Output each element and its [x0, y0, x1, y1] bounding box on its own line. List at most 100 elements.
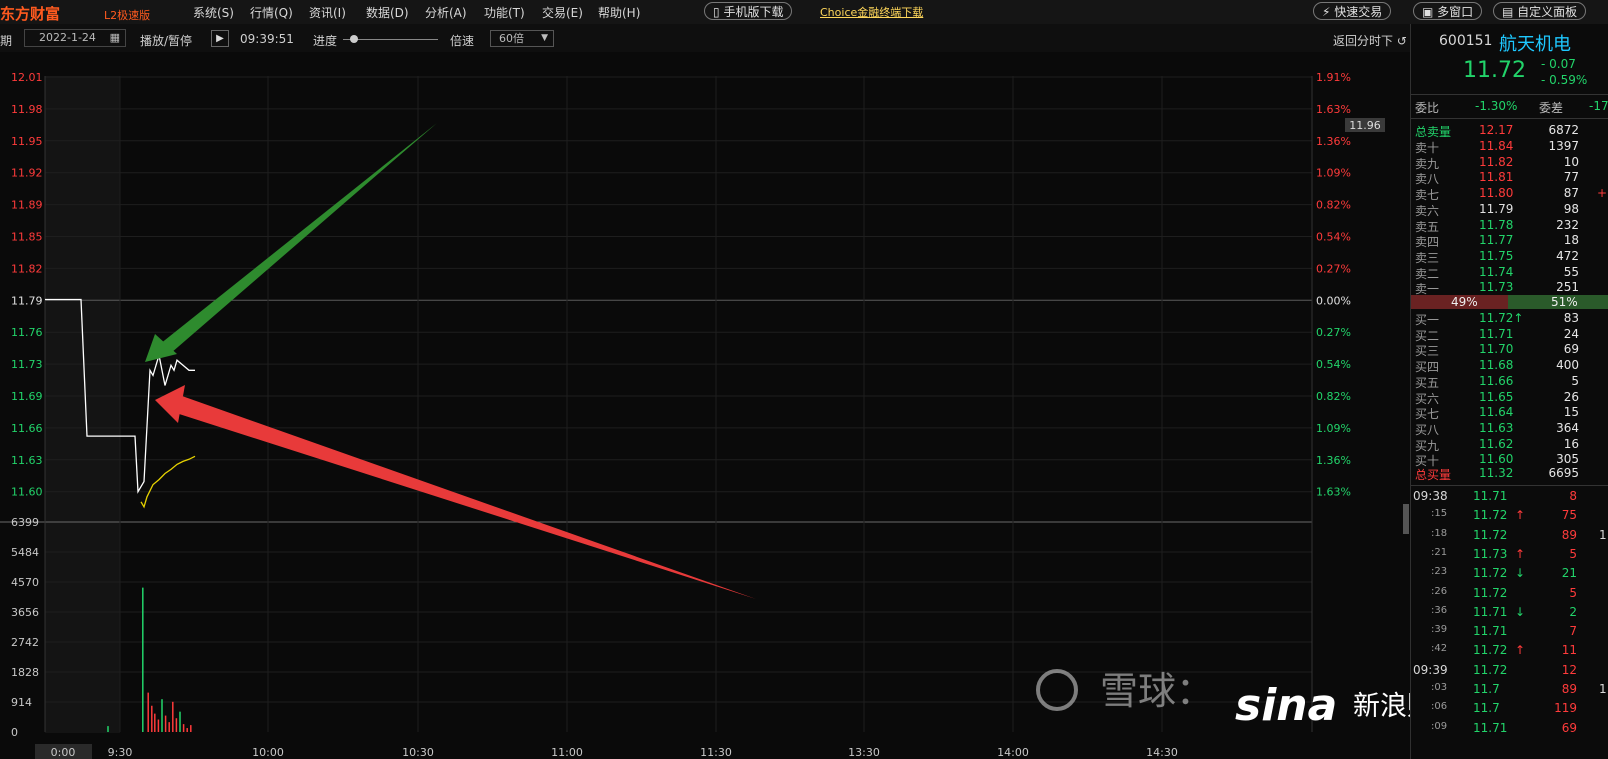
- order-level-label: 卖四: [1415, 235, 1440, 250]
- calendar-icon[interactable]: ▦: [110, 30, 120, 46]
- mobile-download-button[interactable]: ▯ 手机版下载: [704, 2, 793, 20]
- volume-tick-label: 4570: [11, 576, 39, 589]
- order-volume: 400: [1556, 358, 1579, 373]
- order-volume: 6872: [1548, 123, 1579, 137]
- speed-select[interactable]: 60倍 ▼: [490, 30, 554, 47]
- tick-volume: 12: [1561, 662, 1577, 677]
- time-tick-label: 14:00: [997, 746, 1029, 759]
- date-picker[interactable]: 2022-1-24 ▦: [24, 29, 126, 47]
- order-price: 11.79: [1479, 201, 1514, 216]
- choice-download-link[interactable]: Choice金融终端下载: [820, 4, 923, 20]
- back-to-intraday-button[interactable]: 返回分时下 ↺: [1333, 32, 1407, 49]
- percent-tick-label: 0.54%: [1316, 231, 1351, 244]
- tick-time: :09: [1431, 720, 1448, 732]
- chart-background: [0, 52, 1410, 759]
- order-price: 11.74: [1479, 264, 1514, 279]
- tick-time: 09:38: [1413, 489, 1448, 503]
- menu-news[interactable]: 资讯(I): [309, 4, 346, 21]
- tick-volume: 5: [1569, 585, 1577, 600]
- tick-volume: 21: [1561, 566, 1577, 581]
- price-tick-label: 11.89: [11, 199, 43, 212]
- app-logo[interactable]: 东方财富: [0, 3, 60, 24]
- divider: [1411, 118, 1608, 119]
- multi-window-button[interactable]: ▣ 多窗口: [1413, 2, 1483, 20]
- ask-row[interactable]: 卖八 11.81 77: [1411, 170, 1608, 186]
- order-change-mark: +: [1597, 186, 1608, 201]
- bid-row[interactable]: 买八 11.63 364: [1411, 421, 1608, 437]
- percent-tick-label: 1.91%: [1316, 71, 1351, 84]
- tick-price: 11.72: [1473, 566, 1508, 581]
- app-edition: L2极速版: [104, 9, 151, 22]
- ask-row[interactable]: 卖三 11.75 472: [1411, 249, 1608, 265]
- tick-row: :42 11.72 ↑ 11: [1411, 643, 1608, 663]
- bid-row[interactable]: 买六 11.65 26: [1411, 390, 1608, 406]
- divider: [1411, 94, 1608, 95]
- buy-sell-ratio-bar: 49% 51%: [1411, 295, 1608, 309]
- tick-volume: 89: [1561, 682, 1577, 696]
- volume-tick-label: 3656: [11, 606, 39, 619]
- progress-handle[interactable]: [350, 35, 358, 43]
- tick-price: 11.7: [1473, 701, 1500, 716]
- bid-row[interactable]: 买七 11.64 15: [1411, 405, 1608, 421]
- order-volume: 1397: [1548, 139, 1579, 153]
- play-button[interactable]: ▶: [211, 30, 229, 47]
- quote-panel: 600151 航天机电 11.72 - 0.07 - 0.59% 委比 -1.3…: [1403, 24, 1608, 759]
- ask-row[interactable]: 卖十 11.84 1397: [1411, 139, 1608, 155]
- time-tick-label: 11:30: [700, 746, 732, 759]
- order-price: 11.32: [1479, 466, 1514, 480]
- bid-row[interactable]: 买一 11.72↑ 83: [1411, 311, 1608, 327]
- play-pause-label: 播放/暂停: [140, 34, 193, 48]
- tick-price: 11.71: [1473, 604, 1508, 619]
- bid-row[interactable]: 买三 11.70 69: [1411, 342, 1608, 358]
- stock-name: 航天机电: [1499, 34, 1571, 55]
- custom-panel-button[interactable]: ▤ 自定义面板: [1493, 2, 1587, 20]
- bid-row[interactable]: 买五 11.66 5: [1411, 374, 1608, 390]
- tick-extra: 1: [1599, 527, 1607, 542]
- tick-price: 11.72: [1473, 662, 1508, 677]
- ask-row[interactable]: 卖九 11.82 10: [1411, 155, 1608, 171]
- tick-volume: 119: [1554, 701, 1577, 716]
- ask-row[interactable]: 卖六 11.79 98: [1411, 202, 1608, 218]
- order-level-label: 买八: [1415, 422, 1440, 437]
- ask-row[interactable]: 卖一 11.73 251: [1411, 280, 1608, 296]
- tick-row: 09:38 11.71 8: [1411, 489, 1608, 509]
- order-volume: 364: [1556, 420, 1579, 435]
- tick-price: 11.71: [1473, 624, 1508, 639]
- ask-row[interactable]: 卖七 11.80 87 +: [1411, 186, 1608, 202]
- menu-help[interactable]: 帮助(H): [598, 4, 640, 21]
- ratio-right-text: 51%: [1551, 295, 1578, 309]
- tick-price: 11.72: [1473, 643, 1508, 658]
- up-arrow-icon: ↑: [1515, 546, 1526, 561]
- tick-row: :18 11.72 89 1: [1411, 528, 1608, 548]
- menu-analysis[interactable]: 分析(A): [425, 4, 467, 21]
- menu-data[interactable]: 数据(D): [366, 4, 409, 21]
- price-tick-label: 11.95: [11, 135, 43, 148]
- order-level-label: 卖七: [1415, 188, 1440, 203]
- total-sell-row[interactable]: 总卖量 12.17 6872: [1411, 123, 1608, 139]
- menu-functions[interactable]: 功能(T): [484, 4, 525, 21]
- up-arrow-icon: ↑: [1515, 508, 1526, 523]
- bid-row[interactable]: 买四 11.68 400: [1411, 358, 1608, 374]
- order-price: 11.70: [1479, 342, 1514, 357]
- order-volume: 77: [1563, 170, 1579, 185]
- menu-trade[interactable]: 交易(E): [542, 4, 583, 21]
- tick-time: :03: [1431, 682, 1448, 693]
- intraday-chart[interactable]: 12.01 11.98 11.95 11.92 11.89 11.85 11.82 11.79…: [0, 52, 1410, 759]
- ask-row[interactable]: 卖二 11.74 55: [1411, 265, 1608, 281]
- percent-tick-label: 1.36%: [1316, 454, 1351, 467]
- panel-collapse-handle[interactable]: [1403, 504, 1409, 534]
- menu-quotes[interactable]: 行情(Q): [250, 4, 293, 21]
- down-arrow-icon: ↓: [1515, 566, 1526, 581]
- ask-row[interactable]: 卖四 11.77 18: [1411, 233, 1608, 249]
- total-buy-row[interactable]: 总买量 11.32 6695: [1411, 466, 1608, 482]
- order-price: 11.72↑: [1479, 311, 1524, 325]
- bid-row[interactable]: 买二 11.71 24: [1411, 327, 1608, 343]
- bid-row[interactable]: 买九 11.62 16: [1411, 437, 1608, 453]
- percent-tick-label: 1.63%: [1316, 486, 1351, 499]
- quick-trade-button[interactable]: ⚡ 快速交易: [1313, 2, 1392, 20]
- ask-row[interactable]: 卖五 11.78 232: [1411, 218, 1608, 234]
- weibi-label: 委比: [1415, 101, 1440, 115]
- tick-row: :03 11.7 89 1: [1411, 682, 1608, 702]
- time-tick-label: 11:00: [551, 746, 583, 759]
- menu-system[interactable]: 系统(S): [193, 4, 234, 21]
